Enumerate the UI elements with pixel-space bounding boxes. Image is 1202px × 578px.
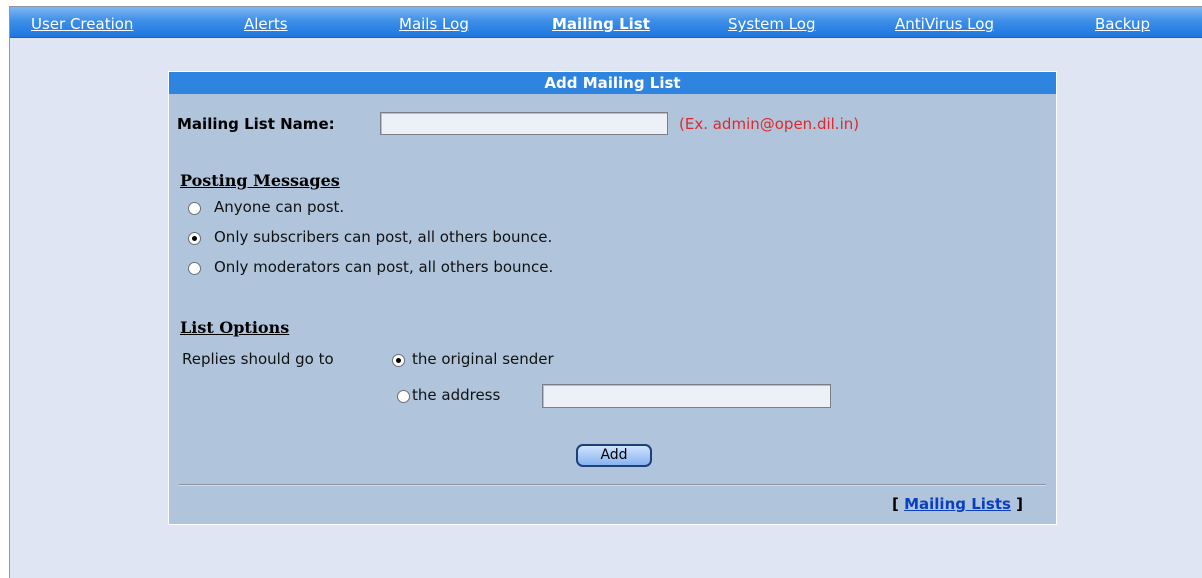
nav-backup[interactable]: Backup: [1095, 15, 1150, 33]
posting-subscribers-label: Only subscribers can post, all others bo…: [214, 228, 553, 246]
posting-anyone-label: Anyone can post.: [214, 198, 345, 216]
footer-links: [ Mailing Lists ]: [892, 495, 1023, 513]
posting-messages-heading: Posting Messages: [180, 171, 340, 190]
nav-system-log[interactable]: System Log: [728, 15, 816, 33]
mailing-list-name-input[interactable]: [380, 112, 668, 135]
footer-open-bracket: [: [892, 495, 899, 513]
nav-mailing-list[interactable]: Mailing List: [552, 15, 650, 33]
reply-original-sender-radio[interactable]: [392, 354, 405, 367]
posting-moderators-label: Only moderators can post, all others bou…: [214, 258, 554, 276]
panel-title: Add Mailing List: [169, 72, 1056, 94]
page-frame: User Creation Alerts Mails Log Mailing L…: [9, 6, 1202, 578]
add-mailing-list-panel: Add Mailing List Mailing List Name: (Ex.…: [168, 71, 1057, 525]
nav-antivirus-log[interactable]: AntiVirus Log: [895, 15, 994, 33]
reply-address-input[interactable]: [542, 384, 831, 408]
mailing-list-name-hint: (Ex. admin@open.dil.in): [679, 115, 860, 133]
mailing-list-name-label: Mailing List Name:: [177, 115, 335, 133]
nav-alerts[interactable]: Alerts: [244, 15, 288, 33]
footer-divider: [179, 484, 1046, 486]
reply-address-label: the address: [412, 386, 501, 404]
mailing-lists-link[interactable]: Mailing Lists: [904, 495, 1011, 513]
posting-subscribers-radio[interactable]: [188, 232, 201, 245]
posting-moderators-radio[interactable]: [188, 262, 201, 275]
replies-label: Replies should go to: [182, 350, 334, 368]
posting-anyone-radio[interactable]: [188, 202, 201, 215]
add-button[interactable]: Add: [576, 444, 652, 467]
reply-address-radio[interactable]: [397, 390, 410, 403]
reply-original-sender-label: the original sender: [412, 350, 554, 368]
footer-close-bracket: ]: [1016, 495, 1024, 513]
top-navigation: User Creation Alerts Mails Log Mailing L…: [10, 7, 1202, 38]
list-options-heading: List Options: [180, 318, 290, 337]
nav-mails-log[interactable]: Mails Log: [399, 15, 469, 33]
nav-user-creation[interactable]: User Creation: [31, 15, 133, 33]
